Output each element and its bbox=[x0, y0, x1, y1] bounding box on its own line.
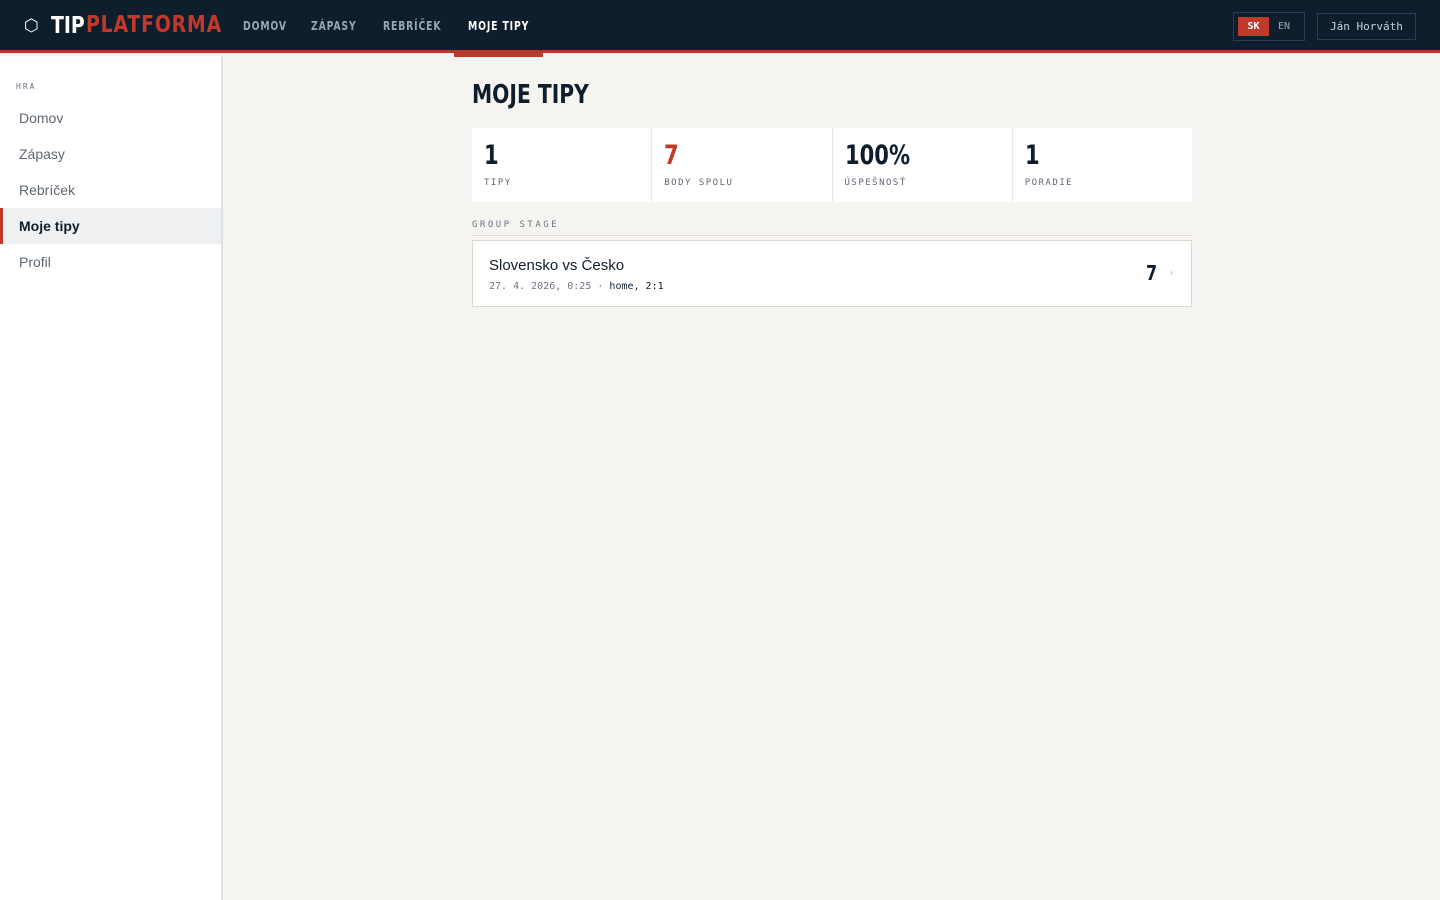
user-menu-button[interactable]: Ján Horváth bbox=[1317, 13, 1416, 40]
lang-en-button[interactable]: EN bbox=[1278, 17, 1290, 36]
group-stage-label: GROUP STAGE bbox=[472, 220, 560, 230]
stat-card-success: 100% ÚSPEŠNOSŤ bbox=[832, 128, 1012, 202]
hexagon-icon: ⬡ bbox=[24, 15, 39, 36]
tip-row[interactable]: Slovensko vs Česko 27. 4. 2026, 0:25 · h… bbox=[472, 240, 1192, 307]
chevron-right-icon: › bbox=[1170, 268, 1173, 277]
lang-sk-button[interactable]: SK bbox=[1238, 17, 1269, 36]
sidebar: HRA Domov Zápasy Rebríček Moje tipy Prof… bbox=[0, 56, 223, 900]
tip-separator: · bbox=[591, 281, 610, 292]
stat-label: TIPY bbox=[484, 178, 512, 188]
sidebar-item-moje-tipy[interactable]: Moje tipy bbox=[0, 208, 221, 244]
nav-item-domov[interactable]: DOMOV bbox=[243, 19, 287, 33]
stat-value: 1 bbox=[484, 140, 499, 171]
top-navbar: ⬡ TIP PLATFORMA DOMOV ZÁPASY REBRÍČEK MO… bbox=[0, 0, 1440, 53]
tip-meta: 27. 4. 2026, 0:25 · home, 2:1 bbox=[489, 281, 664, 292]
stat-label: PORADIE bbox=[1024, 178, 1074, 188]
active-nav-indicator bbox=[454, 53, 543, 57]
stat-label: ÚSPEŠNOSŤ bbox=[844, 178, 907, 188]
stats-row: 1 TIPY 7 BODY SPOLU 100% ÚSPEŠNOSŤ 1 POR… bbox=[472, 128, 1192, 202]
logo-secondary-text: PLATFORMA bbox=[86, 12, 223, 38]
nav-item-moje-tipy[interactable]: MOJE TIPY bbox=[468, 19, 529, 33]
tip-match-title: Slovensko vs Česko bbox=[489, 257, 625, 274]
stat-value: 7 bbox=[664, 140, 679, 171]
stat-value: 1 bbox=[1024, 140, 1040, 171]
language-switcher: SK EN bbox=[1233, 12, 1305, 41]
page-title: MOJE TIPY bbox=[472, 80, 589, 110]
tip-points: 7 bbox=[1146, 261, 1158, 285]
sidebar-item-domov[interactable]: Domov bbox=[0, 100, 221, 136]
sidebar-item-profil[interactable]: Profil bbox=[0, 244, 221, 280]
logo[interactable]: ⬡ TIP PLATFORMA bbox=[24, 10, 221, 42]
nav-item-rebricek[interactable]: REBRÍČEK bbox=[383, 19, 441, 33]
nav-item-zapasy[interactable]: ZÁPASY bbox=[311, 19, 357, 33]
sidebar-item-zapasy[interactable]: Zápasy bbox=[0, 136, 221, 172]
sidebar-item-rebricek[interactable]: Rebríček bbox=[0, 172, 221, 208]
stat-value: 100% bbox=[844, 140, 910, 171]
tip-datetime: 27. 4. 2026, 0:25 bbox=[489, 281, 592, 292]
stat-card-points: 7 BODY SPOLU bbox=[652, 128, 832, 202]
section-divider bbox=[472, 235, 1192, 236]
stat-card-tips: 1 TIPY bbox=[472, 128, 652, 202]
tip-pick: home, 2:1 bbox=[609, 281, 664, 292]
stat-card-rank: 1 PORADIE bbox=[1012, 128, 1192, 202]
sidebar-section-label: HRA bbox=[16, 82, 37, 91]
logo-primary-text: TIP bbox=[50, 13, 85, 39]
stat-label: BODY SPOLU bbox=[664, 178, 734, 188]
